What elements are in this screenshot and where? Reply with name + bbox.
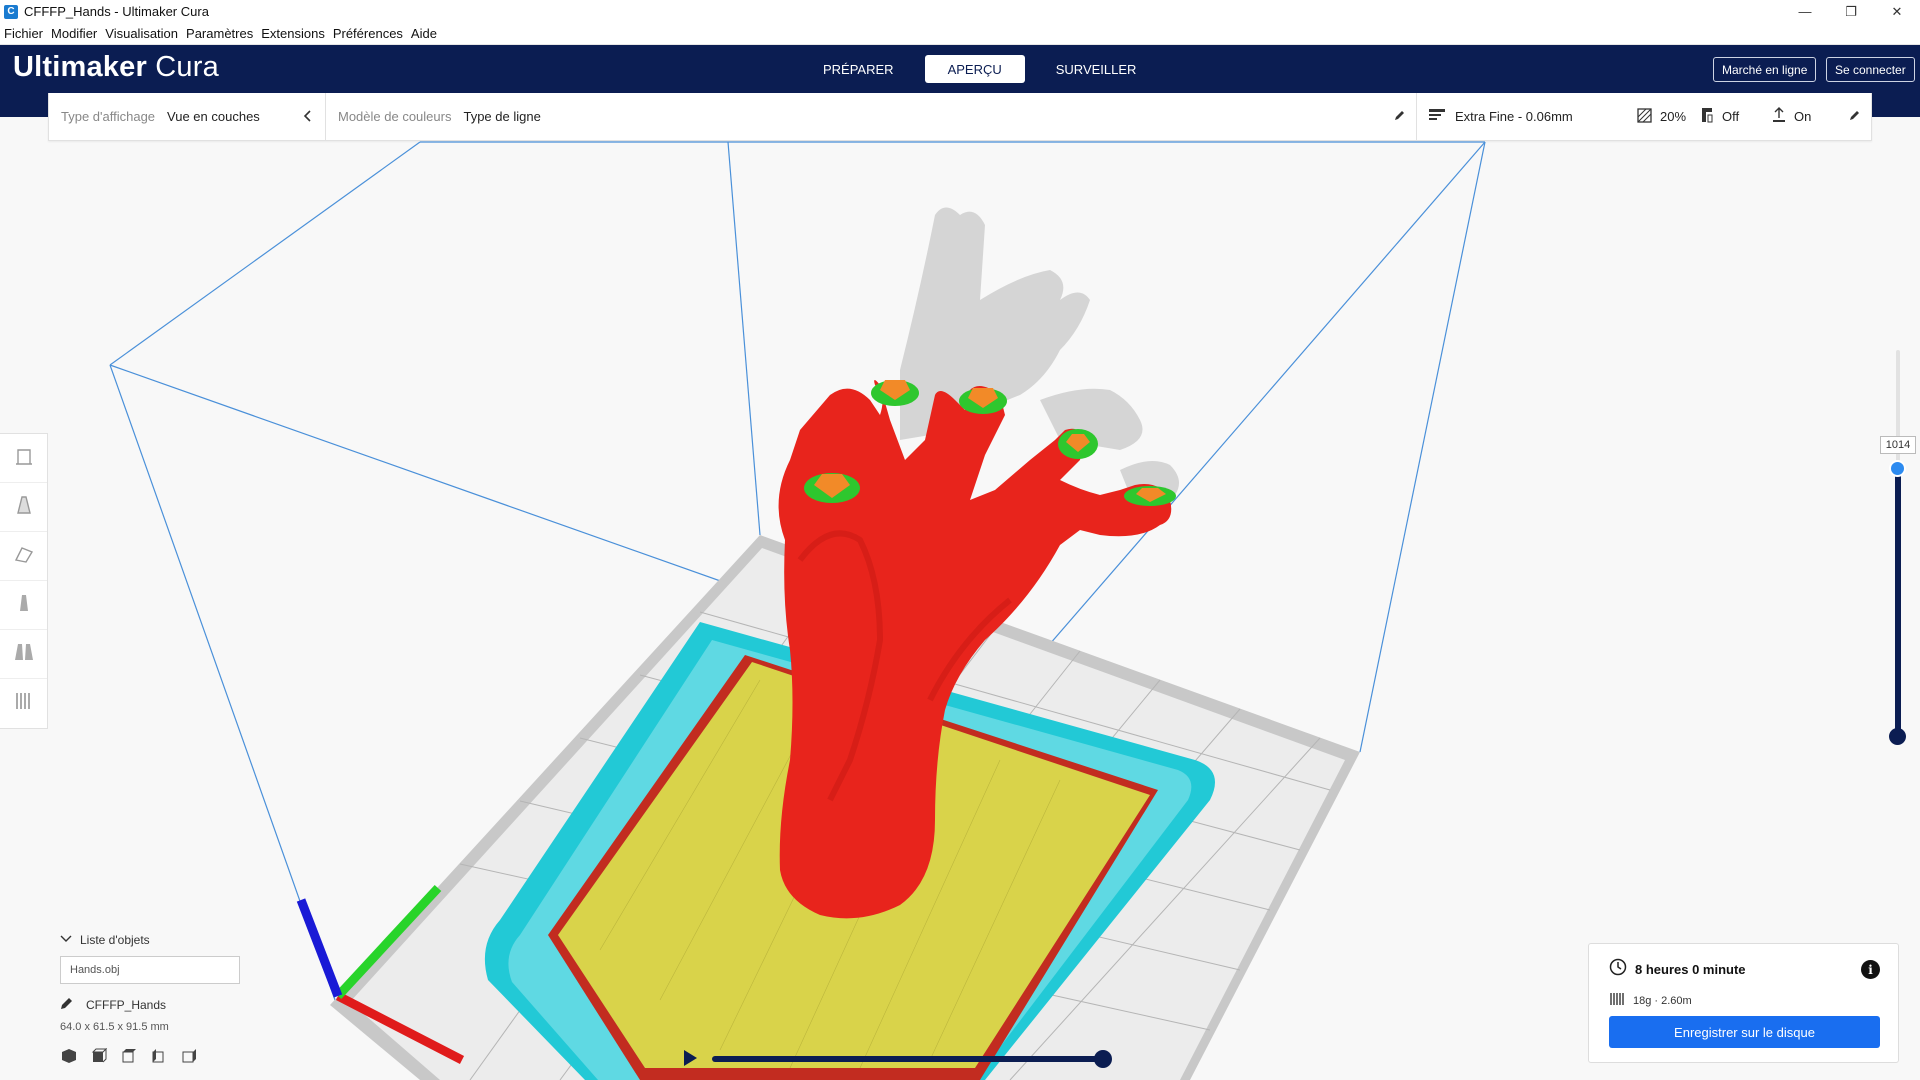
menu-settings[interactable]: Paramètres: [182, 26, 257, 41]
tab-preview[interactable]: APERÇU: [924, 55, 1025, 83]
path-slider-track[interactable]: [712, 1056, 1102, 1062]
3d-viewport[interactable]: [0, 117, 1920, 1080]
layer-number-field[interactable]: 1014: [1880, 436, 1916, 454]
play-simulation-button[interactable]: [682, 1049, 698, 1072]
view-right-button[interactable]: [180, 1047, 198, 1065]
object-dimensions: 64.0 x 61.5 x 91.5 mm: [60, 1021, 169, 1033]
print-time: 8 heures 0 minute: [1635, 962, 1746, 977]
camera-view-buttons: [60, 1047, 260, 1065]
info-icon[interactable]: i: [1861, 960, 1880, 979]
menu-view[interactable]: Visualisation: [101, 26, 182, 41]
mirror-tool[interactable]: [0, 581, 47, 630]
play-icon: [682, 1050, 698, 1071]
rotate-icon: [12, 542, 36, 571]
clock-icon: [1609, 958, 1627, 981]
chevron-down-icon: [60, 933, 72, 947]
build-volume-scene: [109, 141, 1486, 1080]
menu-edit[interactable]: Modifier: [47, 26, 101, 41]
material-usage: 18g · 2.60m: [1633, 994, 1692, 1007]
object-list-title: Liste d'objets: [80, 933, 150, 947]
view-left-button[interactable]: [150, 1047, 168, 1065]
menu-extensions[interactable]: Extensions: [257, 26, 329, 41]
support-blocker-icon: [12, 689, 36, 718]
maximize-button[interactable]: ❐: [1828, 0, 1874, 23]
close-button[interactable]: ✕: [1874, 0, 1920, 23]
left-toolbar: [0, 433, 48, 729]
material-row: 18g · 2.60m: [1609, 991, 1878, 1010]
object-list-panel: Liste d'objets Hands.obj CFFFP_Hands 64.…: [60, 930, 260, 1065]
support-blocker-tool[interactable]: [0, 679, 47, 728]
view-front-button[interactable]: [90, 1047, 108, 1065]
per-model-settings-icon: [12, 640, 36, 669]
menu-help[interactable]: Aide: [407, 26, 441, 41]
mirror-icon: [12, 591, 36, 620]
menu-bar: Fichier Modifier Visualisation Paramètre…: [0, 23, 1920, 45]
logo-bold-text: Ultimaker: [13, 51, 147, 83]
view-top-button[interactable]: [120, 1047, 138, 1065]
scale-tool[interactable]: [0, 483, 47, 532]
tab-monitor[interactable]: SURVEILLER: [1033, 55, 1160, 83]
sign-in-button[interactable]: Se connecter: [1826, 57, 1915, 82]
minimize-button[interactable]: —: [1782, 0, 1828, 23]
tab-prepare[interactable]: PRÉPARER: [800, 55, 917, 83]
view-3d-button[interactable]: [60, 1047, 78, 1065]
scale-icon: [12, 493, 36, 522]
marketplace-button[interactable]: Marché en ligne: [1713, 57, 1817, 82]
layer-slider-track[interactable]: [1895, 466, 1901, 739]
job-name-row[interactable]: CFFFP_Hands: [60, 996, 260, 1013]
move-tool[interactable]: [0, 434, 47, 483]
object-list-toggle[interactable]: Liste d'objets: [60, 930, 260, 950]
filament-icon: [1609, 991, 1625, 1010]
layer-slider-upper-handle[interactable]: [1889, 460, 1906, 477]
rotate-tool[interactable]: [0, 532, 47, 581]
pencil-icon[interactable]: [60, 996, 74, 1013]
move-icon: [12, 444, 36, 473]
cura-app-icon: C: [4, 4, 18, 19]
path-slider-handle[interactable]: [1094, 1050, 1112, 1068]
title-bar: C CFFFP_Hands - Ultimaker Cura — ❐ ✕: [0, 0, 1920, 23]
per-model-settings-tool[interactable]: [0, 630, 47, 679]
window-title: CFFFP_Hands - Ultimaker Cura: [24, 4, 209, 19]
print-time-row: 8 heures 0 minute: [1609, 958, 1878, 981]
save-to-disk-button[interactable]: Enregistrer sur le disque: [1609, 1016, 1880, 1048]
stage-tabs: PRÉPARER APERÇU SURVEILLER: [800, 55, 1159, 83]
menu-preferences[interactable]: Préférences: [329, 26, 407, 41]
layer-slider-lower-handle[interactable]: [1889, 728, 1906, 745]
logo-light-text: Cura: [155, 51, 219, 83]
print-info-panel: 8 heures 0 minute i 18g · 2.60m Enregist…: [1588, 943, 1899, 1063]
object-file-item[interactable]: Hands.obj: [60, 956, 240, 984]
menu-file[interactable]: Fichier: [0, 26, 47, 41]
job-name: CFFFP_Hands: [86, 997, 167, 1012]
ultimaker-cura-logo: Ultimaker Cura: [13, 51, 219, 84]
